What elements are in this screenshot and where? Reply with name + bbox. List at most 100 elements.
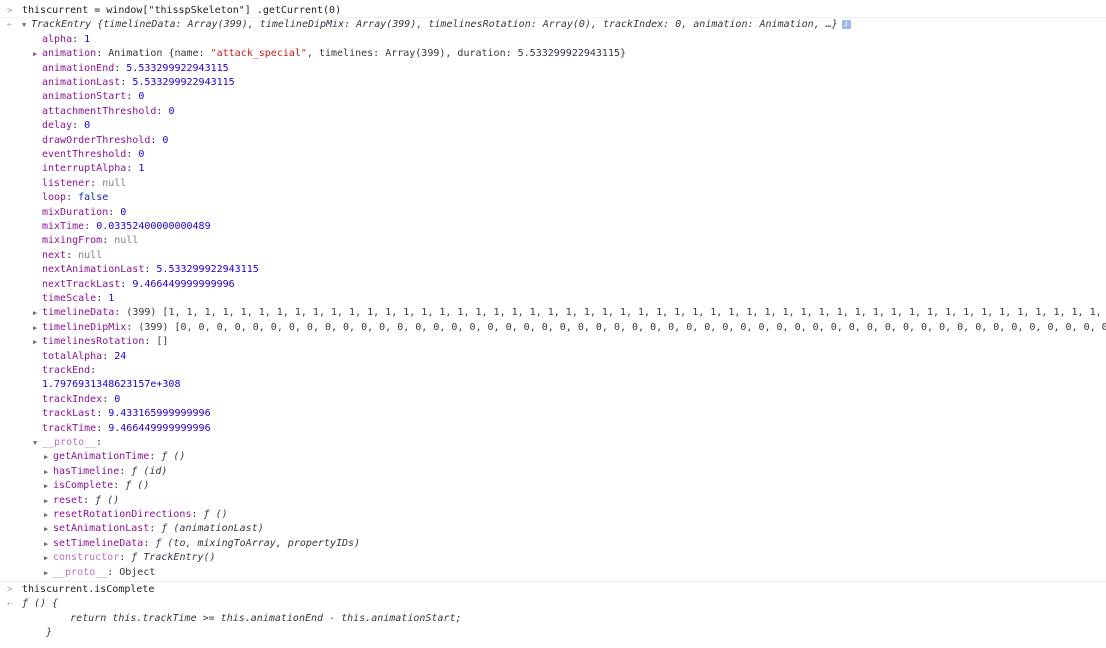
proto-method[interactable]: hasTimeline: ƒ (id) [53, 465, 167, 479]
property-value: 0 [138, 149, 145, 160]
property-entry[interactable]: animationEnd: 5.533299922943115 [42, 62, 229, 76]
property-entry[interactable]: delay: 0 [42, 119, 90, 133]
proto-method[interactable]: resetRotationDirections: ƒ () [53, 508, 228, 522]
method-name: setAnimationLast [53, 523, 150, 535]
expand-caret-icon[interactable]: ▶ [33, 47, 41, 61]
property-entry[interactable]: interruptAlpha: 1 [42, 162, 144, 176]
property-key: drawOrderThreshold [42, 134, 151, 146]
expand-caret-icon[interactable]: ▼ [33, 436, 41, 450]
function-source-line: } [0, 626, 1106, 640]
method-signature: ƒ (to, mixingToArray, propertyIDs) [155, 537, 361, 549]
property-entry[interactable]: timeScale: 1 [42, 292, 114, 306]
property-key: trackLast [42, 408, 97, 420]
function-source-text: } [22, 627, 53, 639]
expand-caret-icon[interactable]: ▶ [44, 522, 52, 536]
proto-method-row: ▶ reset: ƒ () [0, 494, 1106, 508]
property-row: ▶ animation: Animation {name: "attack_spe… [0, 47, 1106, 61]
property-entry[interactable]: mixingFrom: null [42, 234, 138, 248]
property-row: nextAnimationLast: 5.533299922943115 [0, 263, 1106, 277]
function-source-text: return this.trackTime >= this.animationE… [22, 612, 462, 624]
proto-method[interactable]: setTimelineData: ƒ (to, mixingToArray, p… [53, 537, 360, 551]
method-signature: Object [119, 566, 156, 578]
property-key: listener [42, 177, 91, 189]
proto-key[interactable]: __proto__ [42, 436, 96, 450]
object-summary-text: {timelineData: Array(399), timelineDipMi… [97, 19, 838, 31]
function-source-text: ƒ () { [22, 598, 59, 610]
proto-method-row: ▶ resetRotationDirections: ƒ () [0, 508, 1106, 522]
property-entry[interactable]: animationStart: 0 [42, 90, 144, 104]
proto-method[interactable]: reset: ƒ () [53, 494, 119, 508]
property-entry[interactable]: mixDuration: 0 [42, 206, 126, 220]
property-entry[interactable]: trackIndex: 0 [42, 393, 120, 407]
expand-caret-icon[interactable]: ▶ [33, 335, 41, 349]
property-entry[interactable]: timelineData: (399) [1, 1, 1, 1, 1, 1, 1… [42, 306, 1106, 320]
property-entry[interactable]: eventThreshold: 0 [42, 148, 144, 162]
expand-caret-icon[interactable]: ▶ [44, 479, 52, 493]
property-entry[interactable]: 1.7976931348623157e+308 [42, 378, 180, 392]
property-row: totalAlpha: 24 [0, 350, 1106, 364]
property-entry[interactable]: animation: Animation {name: "attack_spec… [42, 47, 626, 61]
property-row: listener: null [0, 177, 1106, 191]
expand-caret-icon[interactable]: ▶ [44, 450, 52, 464]
property-entry[interactable]: timelineDipMix: (399) [0, 0, 0, 0, 0, 0,… [42, 321, 1106, 335]
input-prompt-icon: > [7, 585, 13, 595]
property-entry[interactable]: next: null [42, 249, 102, 263]
object-type-name: TrackEntry [31, 19, 92, 31]
property-entry[interactable]: loop: false [42, 191, 108, 205]
property-entry[interactable]: trackTime: 9.466449999999996 [42, 422, 211, 436]
proto-method-row: ▶ constructor: ƒ TrackEntry() [0, 551, 1106, 565]
expand-caret-icon[interactable]: ▶ [44, 465, 52, 479]
proto-method[interactable]: constructor: ƒ TrackEntry() [53, 551, 216, 565]
expand-caret-icon[interactable]: ▶ [44, 508, 52, 522]
property-entry[interactable]: animationLast: 5.533299922943115 [42, 76, 235, 90]
property-row: trackIndex: 0 [0, 393, 1106, 407]
property-key: attachmentThreshold [42, 105, 157, 117]
property-entry[interactable]: trackEnd: [42, 364, 96, 378]
proto-method-row: ▶ setAnimationLast: ƒ (animationLast) [0, 522, 1106, 536]
property-entry[interactable]: trackLast: 9.433165999999996 [42, 407, 211, 421]
expand-caret-icon[interactable]: ▶ [33, 306, 41, 320]
property-entry[interactable]: alpha: 1 [42, 33, 90, 47]
property-entry[interactable]: nextAnimationLast: 5.533299922943115 [42, 263, 259, 277]
property-entry[interactable]: attachmentThreshold: 0 [42, 105, 174, 119]
command-text[interactable]: thiscurrent.isComplete [22, 583, 154, 597]
property-entry[interactable]: mixTime: 0.03352400000000489 [42, 220, 211, 234]
object-summary[interactable]: TrackEntry {timelineData: Array(399), ti… [31, 18, 851, 32]
expand-caret-icon[interactable]: ▶ [44, 566, 52, 580]
property-key: delay [42, 120, 73, 132]
property-row: mixDuration: 0 [0, 206, 1106, 220]
method-signature: ƒ () [161, 451, 186, 463]
property-value: Animation {name: "attack_special", timel… [108, 48, 627, 60]
property-entry[interactable]: nextTrackLast: 9.466449999999996 [42, 278, 235, 292]
property-key: nextAnimationLast [42, 264, 145, 276]
expand-caret-icon[interactable]: ▶ [33, 321, 41, 335]
property-entry[interactable]: timelinesRotation: [] [42, 335, 168, 349]
proto-method[interactable]: isComplete: ƒ () [53, 479, 149, 493]
info-icon[interactable]: i [841, 19, 851, 29]
proto-colon: : [96, 437, 103, 448]
result-return-icon: ⇠ [7, 599, 13, 610]
expand-caret-icon[interactable]: ▶ [44, 537, 52, 551]
property-row: interruptAlpha: 1 [0, 162, 1106, 176]
proto-method[interactable]: __proto__: Object [53, 566, 155, 580]
expand-caret-icon[interactable]: ▶ [44, 551, 52, 565]
property-value: null [78, 249, 103, 261]
property-key: trackIndex [42, 393, 103, 405]
property-value: 5.533299922943115 [126, 62, 229, 74]
property-value: false [78, 192, 109, 204]
proto-method[interactable]: setAnimationLast: ƒ (animationLast) [53, 522, 264, 536]
property-row: animationLast: 5.533299922943115 [0, 76, 1106, 90]
method-name: setTimelineData [53, 537, 144, 549]
expand-caret-icon[interactable]: ▶ [44, 494, 52, 508]
property-entry[interactable]: totalAlpha: 24 [42, 350, 126, 364]
property-entry[interactable]: drawOrderThreshold: 0 [42, 134, 168, 148]
property-key: next [42, 249, 67, 261]
property-value: (399) [0, 0, 0, 0, 0, 0, 0, 0, 0, 0, 0, … [138, 321, 1106, 333]
property-entry[interactable]: listener: null [42, 177, 126, 191]
command-text[interactable]: thiscurrent = window["thisspSkeleton"] .… [22, 4, 341, 18]
property-value: 0.03352400000000489 [96, 221, 211, 232]
proto-method[interactable]: getAnimationTime: ƒ () [53, 450, 185, 464]
proto-method-row: ▶ setTimelineData: ƒ (to, mixingToArray, … [0, 537, 1106, 551]
property-key: animationStart [42, 91, 127, 103]
expand-caret-icon[interactable]: ▼ [22, 18, 30, 32]
